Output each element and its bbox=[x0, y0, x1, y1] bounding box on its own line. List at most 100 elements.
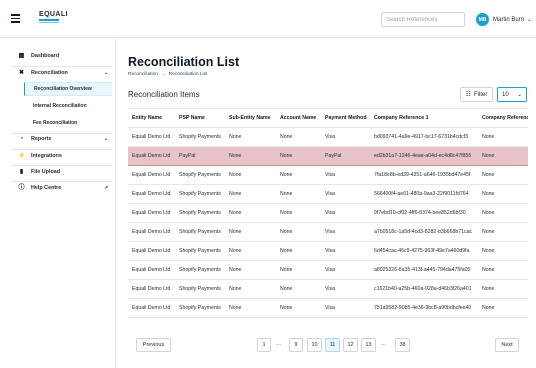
table-cell: None bbox=[478, 260, 528, 280]
table-row[interactable]: Equali Demo Ltd Shopify Payments None None V… bbox=[128, 279, 528, 299]
previous-page-button[interactable]: Previous bbox=[136, 338, 171, 352]
pagination-ellipsis: ... bbox=[381, 341, 387, 347]
table-row[interactable]: Equali Demo Ltd Shopify Payments None None V… bbox=[128, 127, 528, 147]
table-cell: None bbox=[276, 165, 321, 185]
table-cell: Shopify Payments bbox=[175, 165, 225, 185]
table-cell: Visa bbox=[321, 241, 370, 261]
table-cell: Visa bbox=[321, 127, 370, 147]
logo[interactable]: EQUALI bbox=[39, 11, 68, 23]
table-cell: None bbox=[276, 203, 321, 223]
table-cell: Shopify Payments bbox=[175, 222, 225, 242]
reconciliation-table: Entity Name PSP Name Sub-Entity Name Acc… bbox=[128, 108, 528, 320]
plug-icon: ⚡ bbox=[18, 152, 26, 159]
table-header-row: Entity Name PSP Name Sub-Entity Name Acc… bbox=[128, 109, 528, 128]
sidebar-subitem-reconciliation-overview[interactable]: Reconciliation Overview bbox=[24, 82, 112, 96]
per-page-select[interactable]: 10 ⌄ bbox=[497, 87, 527, 102]
info-icon: ⓘ bbox=[18, 184, 25, 191]
column-header[interactable]: Company Reference bbox=[478, 109, 528, 128]
sidebar-item-dashboard[interactable]: ▩ Dashboard bbox=[0, 50, 116, 62]
page-button[interactable]: 13 bbox=[361, 338, 376, 352]
per-page-value: 10 bbox=[502, 91, 509, 98]
table-cell: 751a9582-90b5-4e36-9bc8-a90bdbcfee40 bbox=[370, 298, 478, 318]
sidebar-subitem-label: Fee Reconciliation bbox=[33, 120, 78, 126]
pagination: Previous 1 ... 9 10 11 12 13 ... 38 Next bbox=[0, 338, 536, 352]
sidebar: ▩ Dashboard ✖ Reconciliation ⌄ Reconcili… bbox=[0, 38, 116, 368]
table-row[interactable]: Equali Demo Ltd Shopify Payments None None V… bbox=[128, 241, 528, 261]
table-cell: None bbox=[478, 279, 528, 299]
table-cell: Visa bbox=[321, 165, 370, 185]
table-cell: Equali Demo Ltd bbox=[128, 260, 175, 280]
page-button[interactable]: 12 bbox=[343, 338, 358, 352]
table-cell: Shopify Payments bbox=[175, 260, 225, 280]
table-row[interactable]: Equali Demo Ltd Shopify Payments None None V… bbox=[128, 222, 528, 242]
search-input[interactable] bbox=[381, 12, 465, 27]
table-cell: None bbox=[225, 260, 276, 280]
table-cell: Shopify Payments bbox=[175, 184, 225, 204]
table-cell: None bbox=[225, 165, 276, 185]
user-menu[interactable]: MB Martin Burn ⌄ bbox=[476, 12, 532, 27]
sidebar-item-help-centre[interactable]: ⓘ Help Centre ↗ bbox=[0, 182, 116, 194]
table-cell: None bbox=[276, 279, 321, 299]
table-cell: 9f7ebd10-cf02-4ff6-8374-bee852d6bf30 bbox=[370, 203, 478, 223]
column-header[interactable]: PSP Name bbox=[175, 109, 225, 128]
table-cell: Visa bbox=[321, 222, 370, 242]
column-header[interactable]: Payment Method bbox=[321, 109, 370, 128]
sidebar-item-file-upload[interactable]: ▮ File Upload bbox=[0, 166, 116, 178]
sidebar-item-reconciliation[interactable]: ✖ Reconciliation ⌄ bbox=[0, 67, 116, 79]
filter-button[interactable]: ☷ Filter bbox=[460, 87, 493, 102]
sidebar-subitem-label: Internal Reconciliation bbox=[33, 103, 87, 109]
table-cell: None bbox=[478, 165, 528, 185]
table-cell: Equali Demo Ltd bbox=[128, 241, 175, 261]
table-row[interactable]: Equali Demo Ltd Shopify Payments None None V… bbox=[128, 203, 528, 223]
page-button[interactable]: 9 bbox=[289, 338, 303, 352]
table-cell: None bbox=[276, 127, 321, 147]
table-cell: Equali Demo Ltd bbox=[128, 279, 175, 299]
page-button-current[interactable]: 11 bbox=[325, 338, 340, 352]
section-title: Reconciliation Items bbox=[128, 90, 200, 99]
table-cell: None bbox=[478, 184, 528, 204]
table-cell: Shopify Payments bbox=[175, 279, 225, 299]
table-cell: Shopify Payments bbox=[175, 203, 225, 223]
table-cell: a7b0518c-1a5d-4cd3-8282-b3b668b71cac bbox=[370, 222, 478, 242]
sidebar-item-label: File Upload bbox=[31, 169, 61, 175]
sidebar-item-label: Integrations bbox=[31, 153, 62, 159]
page-button[interactable]: 10 bbox=[307, 338, 322, 352]
table-cell: Shopify Payments bbox=[175, 298, 225, 318]
sidebar-subitem-internal-reconciliation[interactable]: Internal Reconciliation bbox=[24, 99, 112, 113]
column-header[interactable]: Company Reference 1 bbox=[370, 109, 478, 128]
sidebar-item-label: Reconciliation bbox=[31, 70, 68, 76]
bar-chart-icon: ▩ bbox=[18, 52, 25, 59]
table-cell: None bbox=[276, 241, 321, 261]
page-button[interactable]: 1 bbox=[257, 338, 271, 352]
filter-label: Filter bbox=[474, 91, 488, 98]
breadcrumb-item-reconciliation[interactable]: Reconciliation bbox=[128, 72, 158, 77]
page-button[interactable]: 38 bbox=[395, 338, 410, 352]
sidebar-item-label: Help Centre bbox=[31, 185, 62, 191]
table-row[interactable]: Equali Demo Ltd Shopify Payments None None V… bbox=[128, 184, 528, 204]
column-header[interactable]: Entity Name bbox=[128, 109, 175, 128]
table-cell: Equali Demo Ltd bbox=[128, 298, 175, 318]
file-icon: ▮ bbox=[19, 168, 24, 175]
hamburger-menu-icon[interactable] bbox=[11, 14, 20, 23]
table-cell: None bbox=[225, 184, 276, 204]
table-row[interactable]: Equali Demo Ltd Shopify Payments None None V… bbox=[128, 165, 528, 185]
table-cell: None bbox=[478, 222, 528, 242]
pagination-ellipsis: ... bbox=[276, 341, 282, 347]
table-row[interactable]: Equali Demo Ltd PayPal None None PayPal ed2b3… bbox=[128, 145, 528, 166]
column-header[interactable]: Account Name bbox=[276, 109, 321, 128]
column-header[interactable]: Sub-Entity Name bbox=[225, 109, 276, 128]
chevron-down-icon: ⌄ bbox=[527, 17, 533, 23]
table-cell: None bbox=[225, 298, 276, 318]
sidebar-item-label: Dashboard bbox=[31, 53, 60, 59]
table-row[interactable]: Equali Demo Ltd Shopify Payments None None V… bbox=[128, 298, 528, 318]
breadcrumb: Reconciliation → Reconciliation List bbox=[128, 72, 207, 77]
sidebar-item-reports[interactable]: ◔ Reports ⌄ bbox=[0, 133, 116, 145]
next-page-button[interactable]: Next bbox=[495, 338, 519, 352]
table-row[interactable]: Equali Demo Ltd Shopify Payments None None V… bbox=[128, 260, 528, 280]
table-cell: Equali Demo Ltd bbox=[128, 184, 175, 204]
sidebar-subitem-fee-reconciliation[interactable]: Fee Reconciliation bbox=[24, 116, 112, 130]
table-cell: Equali Demo Ltd bbox=[128, 203, 175, 223]
table-cell: Visa bbox=[321, 298, 370, 318]
sidebar-item-integrations[interactable]: ⚡ Integrations bbox=[0, 150, 116, 162]
user-name: Martin Burn bbox=[493, 16, 525, 23]
